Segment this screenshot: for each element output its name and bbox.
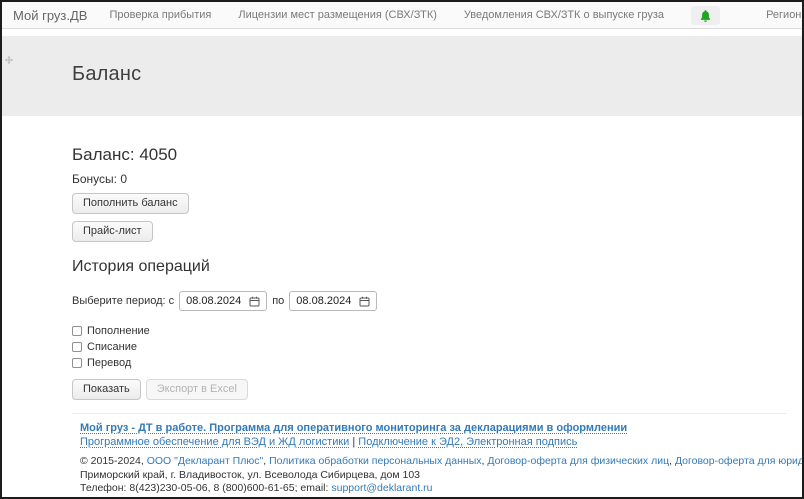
history-actions: Показать Экспорт в Excel: [72, 379, 787, 400]
promo-link-software[interactable]: Программное обеспечение для ВЭД и ЖД лог…: [80, 436, 349, 448]
email-link[interactable]: support@deklarant.ru: [331, 482, 432, 494]
date-to-value: 08.08.2024: [296, 295, 351, 307]
link-stm-company[interactable]: компании ООО "СТМ": [229, 496, 336, 499]
link-deklarant-plus[interactable]: ООО "Декларант Плюс": [147, 455, 264, 467]
notifications-bell-button[interactable]: [691, 6, 720, 25]
show-button[interactable]: Показать: [72, 379, 141, 400]
footer: Мой груз - ДТ в работе. Программа для оп…: [72, 422, 787, 499]
navbar-right-group: Регион: Дальний Восток (ДВТУ): [691, 6, 804, 25]
page-title: Баланс: [72, 63, 802, 86]
promo-link-main[interactable]: Мой груз - ДТ в работе. Программа для оп…: [80, 422, 627, 434]
period-from-label: Выберите период: с: [72, 295, 174, 307]
history-title: История операций: [72, 258, 787, 276]
period-filter: Выберите период: с 08.08.2024 по 08.08.2…: [72, 291, 787, 311]
representative-text-prefix: Официальный представитель: [80, 496, 229, 499]
date-from-value: 08.08.2024: [186, 295, 241, 307]
checkbox-transfer-label: Перевод: [87, 357, 131, 369]
topup-balance-button[interactable]: Пополнить баланс: [72, 193, 189, 214]
calendar-icon[interactable]: [249, 296, 260, 307]
export-excel-button[interactable]: Экспорт в Excel: [146, 379, 248, 400]
nav-item-arrival-check[interactable]: Проверка прибытия: [109, 9, 211, 21]
phone-text: Телефон: 8(423)230-05-06, 8 (800)600-61-…: [80, 482, 331, 494]
hero-banner: Баланс: [2, 36, 802, 116]
nav-item-placement-licenses[interactable]: Лицензии мест размещения (СВХ/ЗТК): [238, 9, 437, 21]
promo-separator: |: [349, 436, 358, 448]
phone-line: Телефон: 8(423)230-05-06, 8 (800)600-61-…: [80, 482, 787, 496]
promo-link-ed2-signature[interactable]: Подключение к ЭД2, Электронная подпись: [358, 436, 577, 448]
top-navbar: Мой груз.ДВ Проверка прибытия Лицензии м…: [2, 2, 802, 29]
move-anchor-icon: [5, 56, 13, 64]
region-selector[interactable]: Регион: Дальний Восток (ДВТУ): [766, 9, 804, 21]
link-offer-legal-entities[interactable]: Договор-оферта для юридических лиц: [675, 455, 804, 467]
filter-row-transfer: Перевод: [72, 357, 787, 369]
filter-row-topup: Пополнение: [72, 325, 787, 337]
period-to-label: по: [272, 295, 284, 307]
checkbox-writeoff-label: Списание: [87, 341, 137, 353]
link-privacy-policy[interactable]: Политика обработки персональных данных: [269, 455, 481, 467]
nav-item-release-notifications[interactable]: Уведомления СВХ/ЗТК о выпуске груза: [464, 9, 664, 21]
bell-icon: [699, 9, 712, 23]
checkbox-topup[interactable]: [72, 326, 82, 336]
checkbox-topup-label: Пополнение: [87, 325, 150, 337]
calendar-icon[interactable]: [359, 296, 370, 307]
checkbox-writeoff[interactable]: [72, 342, 82, 352]
footer-divider: [72, 413, 787, 414]
balance-amount: Баланс: 4050: [72, 145, 787, 165]
copyright-text: © 2015-2024,: [80, 455, 147, 467]
brand-logo[interactable]: Мой груз.ДВ: [13, 8, 87, 23]
representative-line: Официальный представитель компании ООО "…: [80, 496, 787, 499]
region-label: Регион:: [766, 9, 804, 21]
address-text: Приморский край, г. Владивосток, ул. Все…: [80, 469, 787, 483]
price-list-button[interactable]: Прайс-лист: [72, 221, 153, 242]
copyright-line: © 2015-2024, ООО "Декларант Плюс", Полит…: [80, 455, 787, 469]
date-from-input[interactable]: 08.08.2024: [179, 291, 267, 311]
bonus-amount: Бонусы: 0: [72, 172, 787, 186]
representative-text-suffix: в Дальневосточном регионе: [336, 496, 477, 499]
date-to-input[interactable]: 08.08.2024: [289, 291, 377, 311]
operation-type-filters: Пополнение Списание Перевод: [72, 325, 787, 369]
checkbox-transfer[interactable]: [72, 358, 82, 368]
page: Мой груз.ДВ Проверка прибытия Лицензии м…: [0, 0, 804, 499]
link-offer-individuals[interactable]: Договор-оферта для физических лиц: [487, 455, 669, 467]
main-content: Баланс: 4050 Бонусы: 0 Пополнить баланс …: [2, 145, 802, 499]
filter-row-writeoff: Списание: [72, 341, 787, 353]
